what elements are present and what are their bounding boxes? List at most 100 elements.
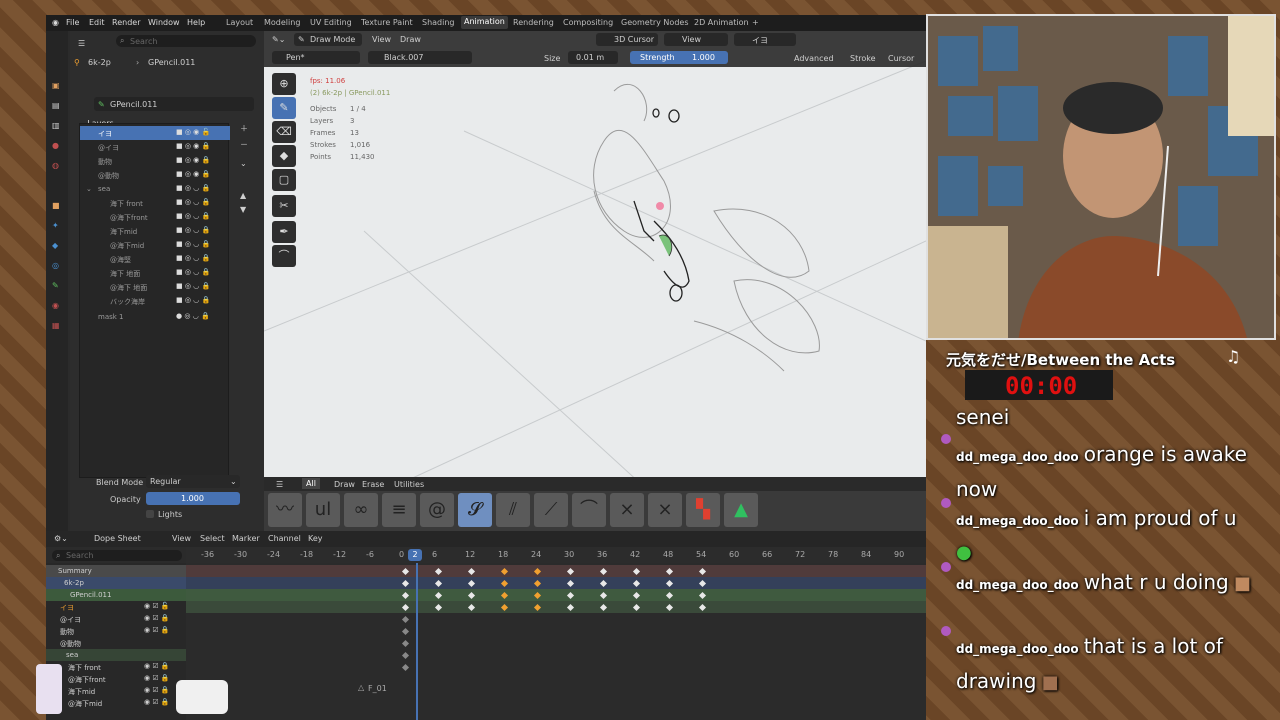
- draw-menu[interactable]: Draw: [400, 35, 421, 44]
- channel-layer[interactable]: 海下 front ◉ ☑ 🔒: [46, 661, 186, 673]
- size-field[interactable]: 0.01 m: [568, 51, 618, 64]
- channel-layer[interactable]: @動物: [46, 637, 186, 649]
- blend-mode-select[interactable]: Regular ⌄: [146, 475, 240, 488]
- layer-toggle-icons[interactable]: ■ ◎ ◡ 🔒: [176, 282, 210, 290]
- channel-layer[interactable]: 動物 ◉ ☑ 🔒: [46, 625, 186, 637]
- tab-geometry-nodes[interactable]: Geometry Nodes: [621, 18, 688, 27]
- strength-slider[interactable]: Strength 1.000: [630, 51, 728, 64]
- mode-select[interactable]: ✎ Draw Mode: [294, 33, 362, 46]
- layer-toggle-icons[interactable]: ■ ◎ ◡ 🔒: [176, 268, 210, 276]
- brush-pen[interactable]: 𝓢: [458, 493, 492, 527]
- dope-mode-select[interactable]: Dope Sheet: [94, 534, 141, 543]
- gpencil-data-field[interactable]: ✎ GPencil.011: [94, 97, 254, 111]
- layer-row[interactable]: @動物 ■ ◎ ◉ 🔒: [80, 168, 230, 182]
- tab-modeling[interactable]: Modeling: [264, 18, 300, 27]
- layer-row[interactable]: @海下mid ■ ◎ ◡ 🔒: [80, 238, 230, 252]
- eyedropper-tool-icon[interactable]: ✒: [272, 221, 296, 243]
- summary-track[interactable]: [186, 565, 926, 577]
- tab-2d-animation[interactable]: 2D Animation: [694, 18, 749, 27]
- channel-toggle-icons[interactable]: ◉ ☑ 🔒: [144, 686, 170, 694]
- menu-select[interactable]: Select: [200, 534, 225, 543]
- brush-marker[interactable]: ∞: [344, 493, 378, 527]
- brush-eraser-hard[interactable]: ⨯: [610, 493, 644, 527]
- tab-texture-paint[interactable]: Texture Paint: [361, 18, 413, 27]
- scene-track[interactable]: [186, 577, 926, 589]
- brush-pencil-soft[interactable]: ⫽: [496, 493, 530, 527]
- advanced-dropdown[interactable]: Advanced: [794, 54, 834, 63]
- brush-pencil[interactable]: ⟋: [534, 493, 568, 527]
- layer-toggle-icons[interactable]: ■ ◎ ◉ 🔒: [176, 170, 210, 178]
- tab-layout[interactable]: Layout: [226, 18, 253, 27]
- cursor-tool-icon[interactable]: ⊕: [272, 73, 296, 95]
- layer-row[interactable]: バック海岸 ■ ◎ ◡ 🔒: [80, 294, 230, 308]
- tab-shading[interactable]: Shading: [422, 18, 455, 27]
- layer-row[interactable]: 海下mid ■ ◎ ◡ 🔒: [80, 224, 230, 238]
- brush-tint[interactable]: ▲: [724, 493, 758, 527]
- add-workspace-button[interactable]: +: [752, 18, 759, 27]
- cursor-dropdown[interactable]: Cursor: [888, 54, 914, 63]
- playhead[interactable]: [416, 563, 418, 720]
- menu-view[interactable]: View: [172, 534, 191, 543]
- layer-row[interactable]: 動物 ■ ◎ ◉ 🔒: [80, 154, 230, 168]
- layer-toggle-icons[interactable]: ■ ◎ ◡ 🔒: [176, 212, 210, 220]
- brush-curve[interactable]: ⌒: [572, 493, 606, 527]
- layer-toggle-icons[interactable]: ● ◎ ◡ 🔒: [176, 312, 210, 320]
- tab-animation[interactable]: Animation: [461, 16, 508, 29]
- render-tab-icon[interactable]: ▤: [52, 101, 60, 110]
- layer-row[interactable]: @イヨ ■ ◎ ◉ 🔒: [80, 140, 230, 154]
- effects-tab-icon[interactable]: ◆: [52, 241, 58, 250]
- tab-erase[interactable]: Erase: [362, 480, 384, 489]
- brush-eraser-soft[interactable]: ⨯: [648, 493, 682, 527]
- brush-airbrush[interactable]: 〰: [268, 493, 302, 527]
- current-frame-indicator[interactable]: 2: [408, 549, 422, 561]
- editor-type-icon[interactable]: ⚙⌄: [54, 534, 68, 543]
- layer-row[interactable]: @海堅 ■ ◎ ◡ 🔒: [80, 252, 230, 266]
- view-menu[interactable]: View: [372, 35, 391, 44]
- channel-toggle-icons[interactable]: ◉ ☑ 🔒: [144, 698, 170, 706]
- menu-key[interactable]: Key: [308, 534, 323, 543]
- fill-tool-icon[interactable]: ◆: [272, 145, 296, 167]
- lights-checkbox[interactable]: [146, 510, 154, 518]
- layer-select[interactable]: イヨ: [734, 33, 796, 46]
- stroke-dropdown[interactable]: Stroke: [850, 54, 876, 63]
- layer-toggle-icons[interactable]: ■ ◎ ◡ 🔒: [176, 198, 210, 206]
- brush-select[interactable]: Pen*: [272, 51, 360, 64]
- tab-draw[interactable]: Draw: [334, 480, 355, 489]
- erase-tool-icon[interactable]: ⌫: [272, 121, 296, 143]
- texture-tab-icon[interactable]: ▦: [52, 321, 60, 330]
- remove-layer-button[interactable]: －: [240, 139, 248, 150]
- channel-toggle-icons[interactable]: ◉ ☑ 🔒: [144, 662, 170, 670]
- layer-row[interactable]: @海下front ■ ◎ ◡ 🔒: [80, 210, 230, 224]
- tool-tab-icon[interactable]: ▣: [52, 81, 60, 90]
- channel-group[interactable]: sea: [46, 649, 186, 661]
- layer-specials-button[interactable]: ⌄: [240, 159, 247, 168]
- channel-layer[interactable]: @海下front ◉ ☑ 🔒: [46, 673, 186, 685]
- layer-toggle-icons[interactable]: ■ ◎ ◉ 🔓: [176, 128, 210, 136]
- material-tab-icon[interactable]: ◉: [52, 301, 59, 310]
- channel-layer[interactable]: @海下mid ◉ ☑ 🔒: [46, 697, 186, 709]
- editor-type-icon[interactable]: ✎⌄: [272, 35, 285, 44]
- material-select[interactable]: Black.007: [368, 51, 472, 64]
- tab-utilities[interactable]: Utilities: [394, 480, 424, 489]
- channel-layer[interactable]: 海下mid ◉ ☑ 🔒: [46, 685, 186, 697]
- search-input[interactable]: ⌕ Search: [116, 35, 256, 47]
- view-select[interactable]: View: [664, 33, 728, 46]
- menu-file[interactable]: File: [66, 18, 79, 27]
- move-layer-down-button[interactable]: ▼: [240, 205, 246, 214]
- layer-group-row[interactable]: ⌄ sea ■ ◎ ◡ 🔒: [80, 182, 230, 196]
- tab-all[interactable]: All: [302, 478, 320, 489]
- world-tab-icon[interactable]: ◍: [52, 161, 59, 170]
- layer-toggle-icons[interactable]: ■ ◎ ◡ 🔒: [176, 296, 210, 304]
- add-layer-button[interactable]: ＋: [240, 123, 248, 134]
- group-chevron-icon[interactable]: ⌄: [86, 185, 92, 193]
- object-tab-icon[interactable]: ■: [52, 201, 60, 210]
- menu-window[interactable]: Window: [148, 18, 180, 27]
- layer-row[interactable]: mask 1 ● ◎ ◡ 🔒: [80, 310, 230, 324]
- channel-scene[interactable]: 6k-2p: [46, 577, 186, 589]
- layer-track[interactable]: [186, 601, 926, 613]
- modifier-tab-icon[interactable]: ✦: [52, 221, 59, 230]
- layer-row[interactable]: 海下 front ■ ◎ ◡ 🔒: [80, 196, 230, 210]
- layer-toggle-icons[interactable]: ■ ◎ ◡ 🔒: [176, 184, 210, 192]
- brush-fill[interactable]: ▚: [686, 493, 720, 527]
- shelf-menu-icon[interactable]: ☰: [276, 480, 283, 489]
